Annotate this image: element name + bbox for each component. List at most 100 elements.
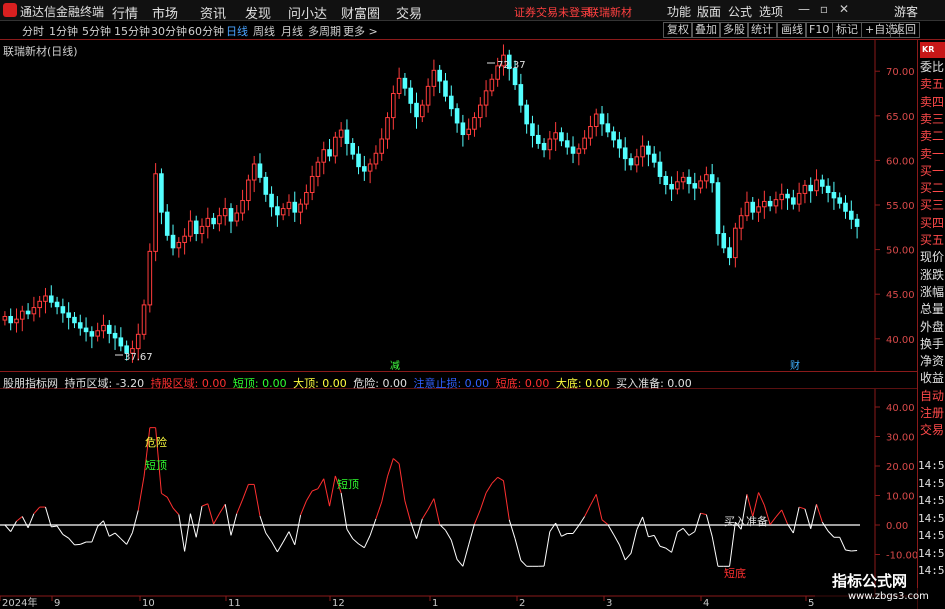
indicator-segment	[358, 543, 365, 549]
indicator-tick-label: -10.00	[886, 551, 917, 562]
quote-field-label: 收益	[920, 371, 945, 386]
date-tick-label: 12	[332, 598, 345, 609]
indicator-segment	[137, 476, 145, 511]
indicator-segment	[636, 516, 644, 530]
candle-body	[396, 77, 402, 95]
quote-field-label: 买五	[920, 233, 945, 247]
indicator-tick-label: 40.00	[886, 403, 915, 414]
indicator-segment	[68, 537, 75, 546]
candle-body	[2, 315, 8, 321]
candle-body	[651, 153, 657, 163]
indicator-segment	[10, 520, 17, 532]
indicator-segment	[392, 458, 400, 465]
price-tick-label: 55.00	[886, 201, 915, 212]
indicator-segment	[27, 513, 35, 529]
indicator-name[interactable]: 股朋指标网	[3, 377, 58, 390]
kline-chart[interactable]: 70.0065.0060.0055.0050.0045.0040.00 40.0…	[0, 0, 917, 609]
quote-field-label: 卖二	[920, 129, 945, 144]
price-tick-label: 40.00	[886, 335, 915, 346]
candle-body	[367, 163, 373, 172]
indicator-segment	[323, 478, 331, 507]
candle-body	[60, 306, 66, 314]
indicator-segment	[166, 496, 174, 509]
main-chart-title: 联瑞新材(日线)	[3, 45, 78, 58]
candle-body	[118, 337, 124, 347]
candle-body	[448, 95, 454, 110]
indicator-segment	[421, 509, 429, 520]
indicator-segment	[572, 525, 580, 534]
indicator-segment	[769, 516, 777, 525]
indicator-segment	[688, 531, 696, 536]
indicator-segment	[618, 544, 626, 561]
candle-body	[431, 69, 437, 87]
short-bottom-label: 短底	[724, 566, 746, 580]
candle-body	[228, 208, 234, 222]
candle-body	[54, 301, 60, 308]
candle-body	[112, 332, 118, 339]
indicator-segment	[630, 529, 638, 554]
indicator-segment	[242, 484, 249, 500]
candle-body	[825, 185, 831, 194]
candle-body	[570, 146, 576, 154]
candle-body	[275, 206, 280, 216]
candle-body	[535, 134, 541, 144]
candle-body	[373, 152, 379, 165]
indicator-segment	[520, 560, 528, 567]
indicator-segment	[201, 503, 208, 507]
candle-body	[170, 234, 176, 249]
candle-body	[77, 322, 83, 329]
candle-body	[280, 208, 286, 216]
indicator-segment	[207, 503, 215, 525]
quote-field-label[interactable]: 自动	[920, 387, 944, 404]
candle-body	[715, 182, 721, 235]
candle-body	[646, 145, 651, 155]
candle-body	[605, 123, 611, 133]
indicator-segment	[659, 545, 666, 549]
indicator-segment	[845, 549, 852, 552]
indicator-segment	[184, 513, 191, 552]
candle-body	[420, 104, 425, 118]
high-price-marker: 72.37	[497, 60, 526, 71]
candle-body	[391, 93, 396, 119]
indicator-segment	[485, 483, 493, 494]
candle-body	[211, 217, 216, 225]
candle-body	[14, 318, 19, 324]
candle-body	[37, 300, 42, 309]
candle-body	[176, 241, 182, 249]
indicator-segment	[624, 552, 632, 561]
candle-body	[182, 235, 187, 243]
quote-field-label[interactable]: 注册	[920, 404, 944, 421]
candle-body	[599, 113, 605, 125]
candle-body	[762, 200, 767, 208]
candle-body	[292, 201, 298, 213]
quote-field-label: 换手	[920, 336, 945, 351]
candle-body	[321, 149, 327, 163]
candle-body	[808, 184, 814, 192]
tick-time: 14:56	[918, 529, 945, 542]
indicator-segment	[677, 527, 684, 533]
indicator-segment	[21, 516, 29, 529]
indicator-segment	[642, 516, 649, 537]
indicator-segment	[213, 513, 220, 525]
indicator-segment	[665, 547, 672, 553]
indicator-segment	[491, 476, 499, 484]
candle-body	[217, 215, 222, 225]
indicator-segment	[601, 519, 609, 525]
indicator-field-hold-cash: 持币区域: -3.20	[64, 377, 145, 390]
indicator-segment	[549, 522, 557, 532]
indicator-segment	[271, 541, 278, 553]
indicator-segment	[311, 488, 319, 492]
tick-time: 14:55	[918, 459, 945, 472]
indicator-segment	[502, 480, 510, 520]
indicator-segment	[595, 494, 603, 520]
indicator-segment	[172, 507, 180, 515]
indicator-segment	[468, 523, 475, 545]
indicator-segment	[178, 514, 186, 552]
candle-body	[756, 206, 761, 213]
indicator-segment	[497, 476, 504, 482]
candle-body	[25, 310, 31, 315]
short-top-label-2: 短顶	[337, 477, 359, 491]
quote-field-label[interactable]: 交易	[920, 421, 944, 438]
indicator-segment	[120, 538, 127, 545]
indicator-segment	[305, 490, 313, 502]
